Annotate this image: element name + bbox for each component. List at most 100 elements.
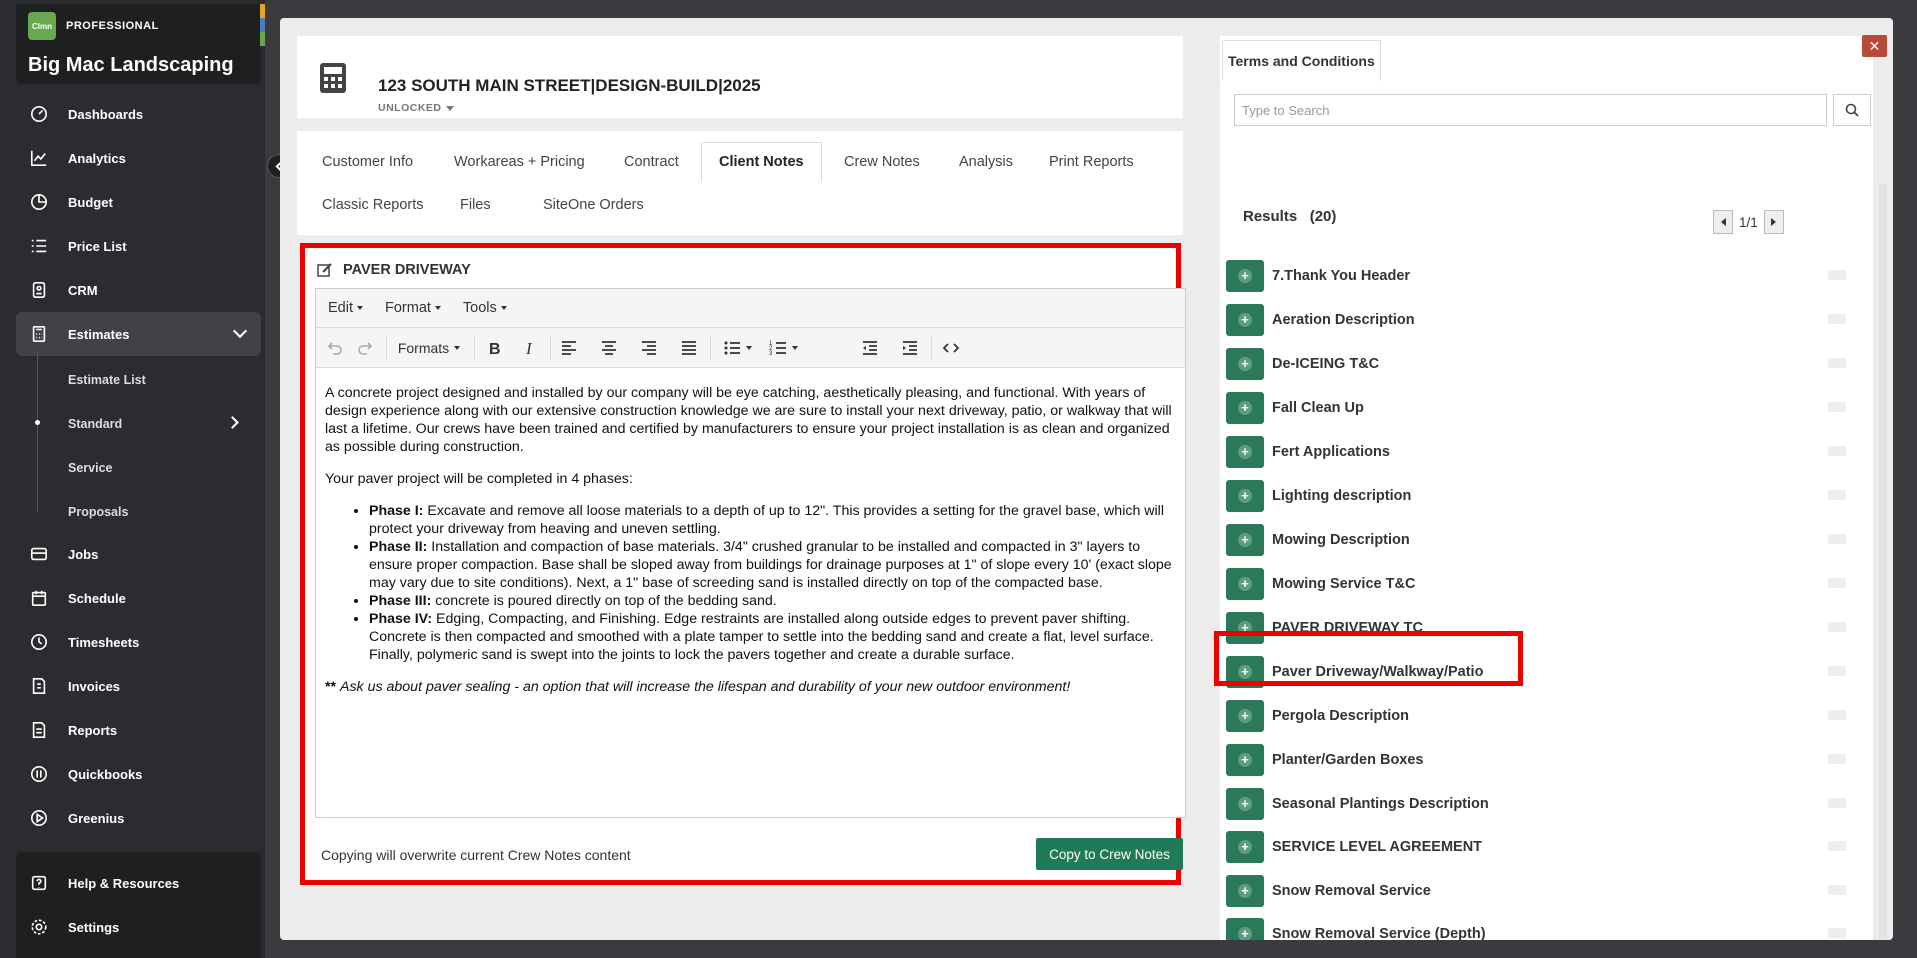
toggle-stub[interactable] [1828, 754, 1846, 764]
term-label[interactable]: Pergola Description [1272, 708, 1409, 724]
search-button[interactable] [1833, 94, 1871, 126]
term-label[interactable]: De-ICEING T&C [1272, 356, 1379, 372]
add-term-button[interactable]: + [1226, 392, 1264, 424]
toggle-stub[interactable] [1828, 534, 1846, 544]
add-term-button[interactable]: + [1226, 480, 1264, 512]
add-term-button[interactable]: + [1226, 831, 1264, 863]
add-term-button[interactable]: + [1226, 918, 1264, 940]
search-input[interactable]: Type to Search [1234, 94, 1827, 126]
add-term-button[interactable]: + [1226, 524, 1264, 556]
copy-to-crew-notes-button[interactable]: Copy to Crew Notes [1036, 838, 1183, 870]
term-label[interactable]: 7.Thank You Header [1272, 268, 1410, 284]
align-justify-icon[interactable] [678, 338, 700, 358]
term-label[interactable]: Fall Clean Up [1272, 400, 1364, 416]
add-term-button[interactable]: + [1226, 788, 1264, 820]
sidebar-subitem-proposals[interactable]: Proposals [68, 505, 128, 519]
sidebar-subitem-estimate-list[interactable]: Estimate List [68, 373, 146, 387]
editor-content[interactable]: A concrete project designed and installe… [316, 368, 1185, 720]
sidebar-item-budget[interactable]: Budget [16, 184, 261, 220]
prev-page-button[interactable] [1713, 210, 1733, 234]
term-label[interactable]: Snow Removal Service [1272, 883, 1431, 899]
align-center-icon[interactable] [598, 338, 620, 358]
sidebar-item-invoices[interactable]: Invoices [16, 668, 261, 704]
toggle-stub[interactable] [1828, 885, 1846, 895]
tab-customer-info[interactable]: Customer Info [322, 154, 413, 170]
menu-format[interactable]: Format [385, 300, 441, 316]
sidebar-item-jobs[interactable]: Jobs [16, 536, 261, 572]
menu-tools[interactable]: Tools [463, 300, 507, 316]
sidebar-item-timesheets[interactable]: Timesheets [16, 624, 261, 660]
add-term-button[interactable]: + [1226, 744, 1264, 776]
toggle-stub[interactable] [1828, 402, 1846, 412]
term-label[interactable]: Fert Applications [1272, 444, 1390, 460]
add-term-button[interactable]: + [1226, 875, 1264, 907]
sidebar-item-help[interactable]: Help & Resources [16, 865, 261, 901]
term-label[interactable]: Lighting description [1272, 488, 1411, 504]
add-term-button[interactable]: + [1226, 700, 1264, 732]
toggle-stub[interactable] [1828, 446, 1846, 456]
tab-classic-reports[interactable]: Classic Reports [322, 197, 424, 213]
tab-print-reports[interactable]: Print Reports [1049, 154, 1134, 170]
sidebar-item-crm[interactable]: CRM [16, 272, 261, 308]
term-label[interactable]: Aeration Description [1272, 312, 1415, 328]
term-label[interactable]: Mowing Service T&C [1272, 576, 1415, 592]
sidebar-item-quickbooks[interactable]: Quickbooks [16, 756, 261, 792]
numbered-list-icon[interactable]: 123 [764, 338, 802, 358]
sidebar-item-reports[interactable]: Reports [16, 712, 261, 748]
term-label[interactable]: Mowing Description [1272, 532, 1410, 548]
align-left-icon[interactable] [558, 338, 580, 358]
toggle-stub[interactable] [1828, 666, 1846, 676]
tab-contract[interactable]: Contract [624, 154, 679, 170]
toggle-stub[interactable] [1828, 358, 1846, 368]
chevron-right-icon[interactable] [226, 416, 239, 429]
tab-files[interactable]: Files [460, 197, 491, 213]
italic-icon[interactable]: I [520, 338, 540, 358]
menu-edit[interactable]: Edit [328, 300, 363, 316]
sidebar-item-greenius[interactable]: Greenius [16, 800, 261, 836]
term-label[interactable]: Seasonal Plantings Description [1272, 796, 1489, 812]
source-code-icon[interactable] [939, 338, 963, 358]
term-label[interactable]: SERVICE LEVEL AGREEMENT [1272, 839, 1482, 855]
term-label[interactable]: Planter/Garden Boxes [1272, 752, 1424, 768]
align-right-icon[interactable] [638, 338, 660, 358]
tab-terms-and-conditions[interactable]: Terms and Conditions [1222, 40, 1381, 81]
toggle-stub[interactable] [1828, 928, 1846, 938]
add-term-button[interactable]: + [1226, 260, 1264, 292]
toggle-stub[interactable] [1828, 578, 1846, 588]
toggle-stub[interactable] [1828, 314, 1846, 324]
next-page-button[interactable] [1763, 210, 1784, 234]
sidebar-subitem-service[interactable]: Service [68, 461, 112, 475]
term-label[interactable]: Snow Removal Service (Depth) [1272, 926, 1486, 940]
toggle-stub[interactable] [1828, 798, 1846, 808]
bold-icon[interactable]: B [484, 338, 504, 358]
formats-dropdown[interactable]: Formats [394, 338, 464, 358]
toggle-stub[interactable] [1828, 622, 1846, 632]
sidebar-item-schedule[interactable]: Schedule [16, 580, 261, 616]
sidebar-item-settings[interactable]: Settings [16, 909, 261, 945]
tab-workareas-pricing[interactable]: Workareas + Pricing [454, 154, 585, 170]
add-term-button[interactable]: + [1226, 436, 1264, 468]
add-term-button[interactable]: + [1226, 568, 1264, 600]
tab-client-notes[interactable]: Client Notes [701, 142, 822, 182]
redo-icon[interactable] [356, 338, 376, 358]
results-scrollbar[interactable] [1879, 184, 1887, 940]
toggle-stub[interactable] [1828, 270, 1846, 280]
sidebar-item-price-list[interactable]: Price List [16, 228, 261, 264]
add-term-button[interactable]: + [1226, 304, 1264, 336]
tab-analysis[interactable]: Analysis [959, 154, 1013, 170]
undo-icon[interactable] [324, 338, 344, 358]
sidebar-item-dashboards[interactable]: Dashboards [16, 96, 261, 132]
outdent-icon[interactable] [859, 338, 881, 358]
close-modal-button[interactable]: ✕ [1862, 35, 1887, 57]
toggle-stub[interactable] [1828, 841, 1846, 851]
tab-siteone-orders[interactable]: SiteOne Orders [543, 197, 644, 213]
lock-status-dropdown[interactable]: UNLOCKED [378, 102, 454, 114]
add-term-button[interactable]: + [1226, 348, 1264, 380]
sidebar-item-estimates[interactable]: Estimates [16, 312, 261, 356]
sidebar-subitem-standard[interactable]: Standard [68, 417, 122, 431]
tab-crew-notes[interactable]: Crew Notes [844, 154, 920, 170]
brand-block[interactable]: Clmn PROFESSIONAL Big Mac Landscaping [16, 4, 265, 84]
toggle-stub[interactable] [1828, 490, 1846, 500]
toggle-stub[interactable] [1828, 710, 1846, 720]
sidebar-item-analytics[interactable]: Analytics [16, 140, 261, 176]
